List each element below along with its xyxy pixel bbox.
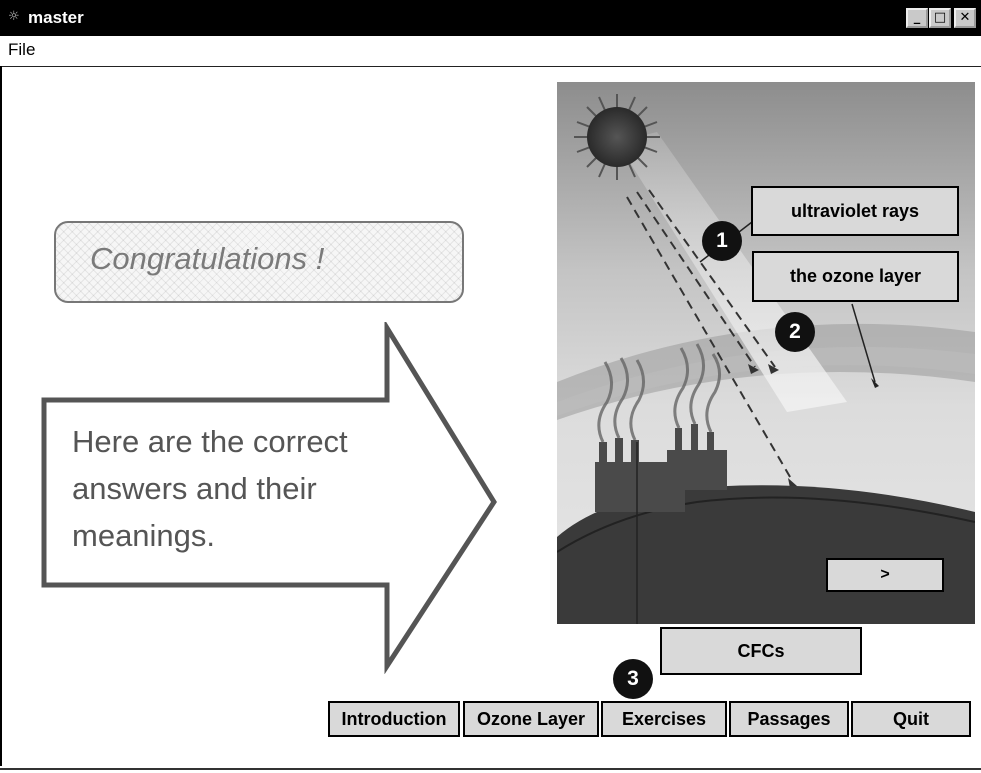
label-ozone-layer[interactable]: the ozone layer (752, 251, 959, 302)
exercises-button[interactable]: Exercises (601, 701, 727, 737)
ozone-layer-button[interactable]: Ozone Layer (463, 701, 599, 737)
quit-button[interactable]: Quit (851, 701, 971, 737)
app-window: ☼ master _ □ ✕ File Congratulations ! He… (0, 0, 981, 773)
congratulations-banner: Congratulations ! (54, 221, 464, 303)
window-border (0, 66, 2, 766)
label-ultraviolet-rays[interactable]: ultraviolet rays (751, 186, 959, 236)
answers-message: Here are the correct answers and their m… (72, 424, 348, 553)
window-bottom-border (0, 768, 981, 770)
badge-1: 1 (702, 221, 742, 261)
minimize-button[interactable]: _ (906, 8, 928, 28)
maximize-icon: □ (933, 10, 947, 25)
maximize-button[interactable]: □ (929, 8, 951, 28)
ozone-illustration (557, 82, 975, 624)
close-button[interactable]: ✕ (954, 8, 976, 28)
menu-file[interactable]: File (8, 40, 35, 60)
congratulations-text: Congratulations ! (90, 241, 325, 276)
title-bar: ☼ master _ □ ✕ (0, 0, 981, 36)
close-icon: ✕ (959, 10, 971, 25)
label-cfcs[interactable]: CFCs (660, 627, 862, 675)
badge-2: 2 (775, 312, 815, 352)
badge-3: 3 (613, 659, 653, 699)
window-title: master (28, 8, 84, 27)
menu-bar: File (0, 36, 981, 67)
next-button[interactable]: > (826, 558, 944, 592)
minimize-icon: _ (913, 10, 921, 25)
app-icon: ☼ (8, 9, 20, 24)
introduction-button[interactable]: Introduction (328, 701, 460, 737)
passages-button[interactable]: Passages (729, 701, 849, 737)
